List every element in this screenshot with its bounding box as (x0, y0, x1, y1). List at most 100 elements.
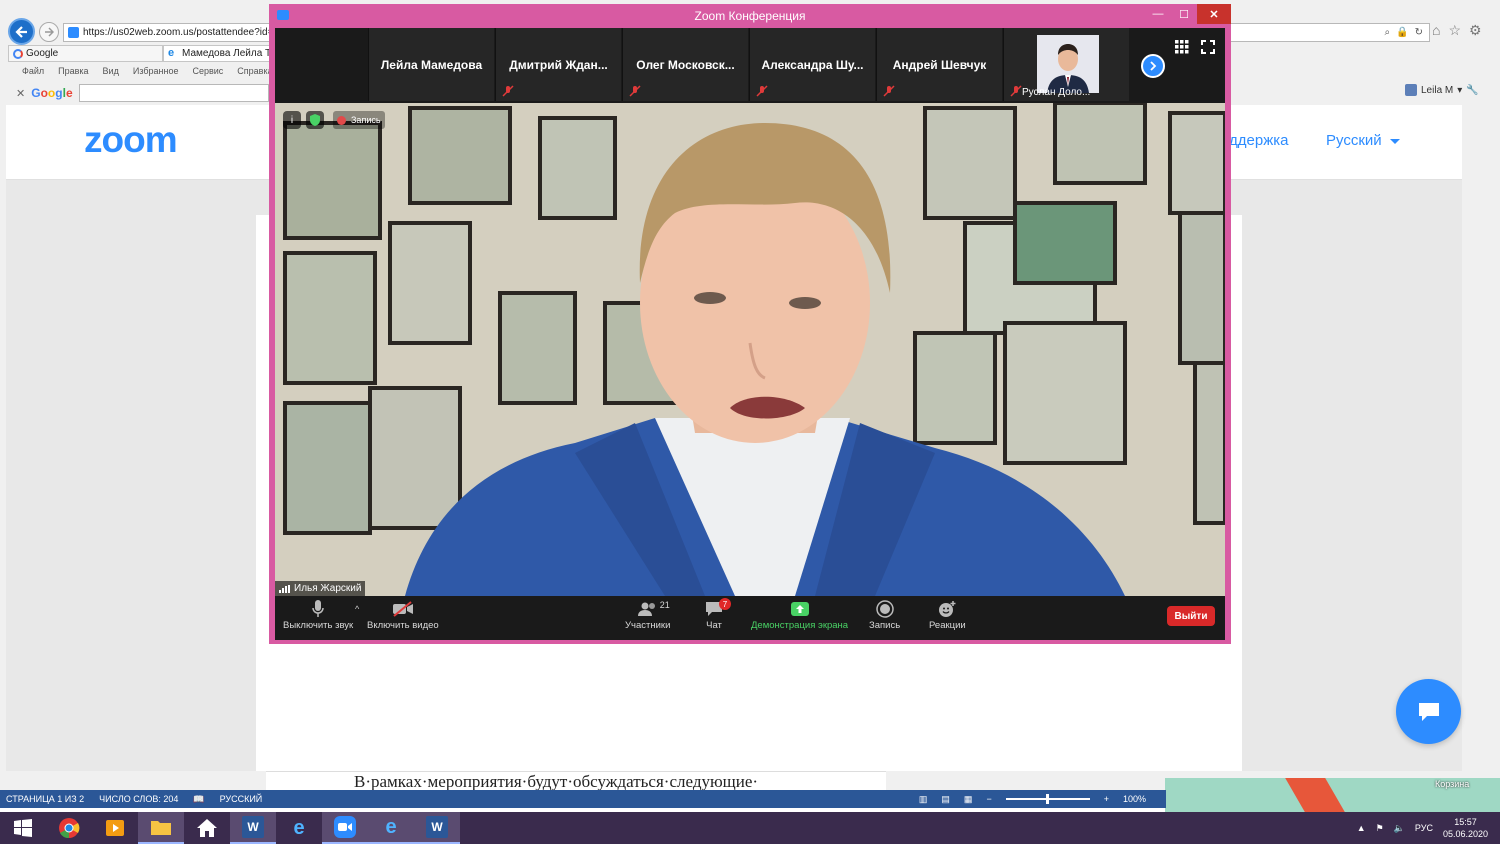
active-speaker-video[interactable]: i Запись Илья Жарский (275, 103, 1225, 596)
mic-muted-icon (883, 85, 895, 97)
refresh-icon[interactable]: ↻ (1415, 27, 1423, 38)
address-bar[interactable]: https://us02web.zoom.us/postattendee?id=… (63, 23, 273, 42)
participant-tile[interactable]: Дмитрий Ждан... (495, 28, 621, 101)
menu-view[interactable]: Вид (103, 66, 119, 76)
media-player-icon (104, 817, 126, 839)
chat-label: Чат (706, 620, 722, 631)
menu-file[interactable]: Файл (22, 66, 44, 76)
tray-expand-icon[interactable]: ▲ (1357, 823, 1366, 833)
menu-tools[interactable]: Сервис (192, 66, 223, 76)
participant-tile[interactable]: Александра Шу... (749, 28, 875, 101)
start-video-button[interactable]: Включить видео (367, 598, 439, 638)
chat-button[interactable]: 7 Чат (705, 598, 731, 638)
share-screen-button[interactable]: Демонстрация экрана (751, 598, 848, 638)
menu-help[interactable]: Справка (237, 66, 272, 76)
fullscreen-icon[interactable] (1201, 40, 1215, 54)
taskbar-word-1[interactable]: W (230, 812, 276, 844)
support-chat-button[interactable] (1396, 679, 1461, 744)
user-menu[interactable]: Leila M ▾ 🔧 (1405, 84, 1479, 96)
audio-options-caret-icon[interactable]: ^ (355, 604, 359, 614)
participant-name: Олег Московск... (636, 58, 735, 72)
menu-edit[interactable]: Правка (58, 66, 88, 76)
zoom-title-bar[interactable]: Zoom Конференция (269, 4, 1231, 28)
leave-meeting-button[interactable]: Выйти (1167, 606, 1215, 626)
start-button[interactable] (0, 812, 46, 844)
wrench-icon[interactable]: 🔧 (1466, 85, 1478, 96)
taskbar-explorer[interactable] (138, 812, 184, 844)
document-text[interactable]: В·рамках·мероприятия·будут·обсуждаться·с… (266, 771, 886, 790)
mute-button[interactable]: Выключить звук ^ (283, 598, 359, 638)
network-flag-icon[interactable]: ⚑ (1376, 823, 1384, 834)
language-status[interactable]: РУССКИЙ (220, 794, 263, 804)
read-mode-icon[interactable]: ▥ (919, 794, 928, 805)
taskbar-media-player[interactable] (92, 812, 138, 844)
microphone-icon (312, 600, 324, 617)
participant-name: Андрей Шевчук (892, 58, 987, 72)
clock[interactable]: 15:57 05.06.2020 (1443, 816, 1488, 840)
favorites-star-icon[interactable]: ☆ (1448, 22, 1461, 39)
ie-icon: e (293, 816, 305, 839)
participant-photo (1037, 35, 1099, 93)
next-page-button[interactable] (1141, 54, 1165, 78)
chevron-down-icon: ▾ (1457, 84, 1463, 96)
reactions-button[interactable]: Реакции (929, 598, 966, 638)
minimize-button[interactable]: — (1145, 4, 1171, 24)
language-dropdown[interactable]: Русский (1326, 132, 1400, 149)
input-language[interactable]: РУС (1415, 823, 1433, 833)
participant-tile[interactable]: Лейла Мамедова (368, 28, 494, 101)
meeting-toolbar: Выключить звук ^ Включить видео 21 Участ… (275, 596, 1225, 640)
menu-bar: Файл Правка Вид Избранное Сервис Справка (22, 66, 273, 76)
record-button[interactable]: Запись (869, 598, 900, 638)
taskbar-chrome[interactable] (46, 812, 92, 844)
word-icon: W (242, 816, 264, 838)
google-icon (13, 48, 23, 59)
window-title: Zoom Конференция (694, 9, 806, 23)
taskbar-home[interactable] (184, 812, 230, 844)
google-search-input[interactable] (78, 84, 269, 102)
web-layout-icon[interactable]: ▦ (964, 794, 973, 805)
zoom-out-icon[interactable]: − (986, 794, 991, 804)
nav-support-link[interactable]: оддержка (1221, 132, 1288, 149)
menu-favorites[interactable]: Избранное (133, 66, 179, 76)
print-layout-icon[interactable]: ▤ (941, 794, 950, 805)
settings-gear-icon[interactable]: ⚙ (1469, 22, 1482, 39)
zoom-logo[interactable]: zoom (84, 119, 178, 161)
word-count[interactable]: ЧИСЛО СЛОВ: 204 (99, 794, 178, 804)
taskbar-word-2[interactable]: W (414, 812, 460, 844)
participant-tile[interactable]: Руслан Доло... (1003, 28, 1129, 101)
speaker-icon[interactable]: 🔈 (1394, 823, 1405, 834)
zoom-in-icon[interactable]: + (1104, 794, 1109, 804)
taskbar-zoom[interactable] (322, 812, 368, 844)
zoom-slider[interactable] (1005, 794, 1090, 804)
forward-button[interactable] (39, 22, 59, 42)
participants-strip: Лейла Мамедова Дмитрий Ждан... Олег Моск… (275, 28, 1225, 103)
back-button[interactable] (8, 18, 35, 45)
tab-google[interactable]: Google (8, 45, 163, 62)
taskbar: W e e W ▲ ⚑ 🔈 РУС 15:57 05.06.2020 (0, 812, 1500, 844)
encryption-shield-icon[interactable] (306, 111, 324, 129)
zoom-level[interactable]: 100% (1123, 794, 1146, 804)
participant-tile[interactable]: Олег Московск... (622, 28, 748, 101)
gallery-view-icon[interactable] (1175, 40, 1189, 54)
participants-button[interactable]: 21 Участники (625, 598, 670, 638)
window-controls: — ☐ ✕ (1145, 4, 1231, 24)
word-status-bar: СТРАНИЦА 1 ИЗ 2 ЧИСЛО СЛОВ: 204 📖 РУССКИ… (0, 790, 1166, 808)
address-text: https://us02web.zoom.us/postattendee?id=… (83, 27, 273, 38)
google-toolbar: ✕ Google (8, 82, 272, 104)
arrow-right-icon (45, 27, 54, 37)
maximize-button[interactable]: ☐ (1171, 4, 1197, 24)
proofing-icon[interactable]: 📖 (193, 794, 204, 805)
recycle-bin-label[interactable]: Корзина (1435, 779, 1469, 789)
close-icon[interactable]: ✕ (16, 87, 25, 100)
taskbar-ie-2[interactable]: e (368, 812, 414, 844)
participant-tile[interactable]: Андрей Шевчук (876, 28, 1002, 101)
meeting-info-icon[interactable]: i (283, 111, 301, 129)
close-button[interactable]: ✕ (1197, 4, 1231, 24)
taskbar-ie-1[interactable]: e (276, 812, 322, 844)
recording-indicator[interactable]: Запись (333, 111, 385, 129)
home-icon[interactable]: ⌂ (1432, 22, 1440, 39)
speaker-name-label: Илья Жарский (275, 581, 366, 596)
lock-icon[interactable]: 🔒 (1396, 27, 1408, 38)
search-icon[interactable]: ⌕ (1385, 27, 1391, 38)
page-count[interactable]: СТРАНИЦА 1 ИЗ 2 (6, 794, 84, 804)
